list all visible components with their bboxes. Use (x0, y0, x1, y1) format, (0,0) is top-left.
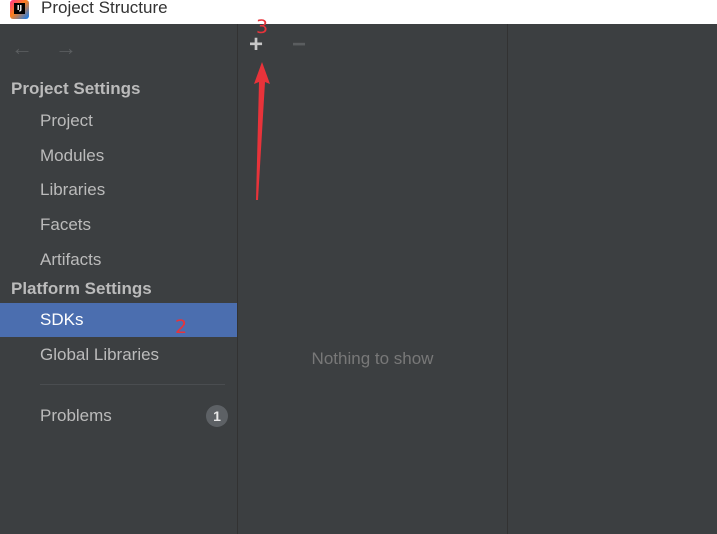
sidebar-item-label: Global Libraries (40, 345, 160, 364)
empty-state-text: Nothing to show (311, 349, 434, 368)
sdk-list-panel: + − Nothing to show (238, 24, 508, 534)
sidebar-item-label: Facets (40, 215, 92, 234)
sidebar-item-label: Project (40, 111, 93, 130)
sidebar-item-project[interactable]: Project (0, 104, 237, 138)
sidebar-item-label: SDKs (40, 310, 84, 329)
back-arrow-icon[interactable]: ← (11, 37, 33, 59)
sidebar-item-global-libraries[interactable]: Global Libraries (0, 338, 237, 372)
sidebar-item-label: Problems (40, 406, 112, 425)
annotation-step-2: 2 (175, 316, 188, 338)
project-settings-heading: Project Settings (11, 79, 141, 98)
sidebar-item-label: Modules (40, 146, 105, 165)
intellij-app-icon: IJ (10, 0, 29, 19)
remove-icon[interactable]: − (292, 32, 306, 58)
sidebar-item-facets[interactable]: Facets (0, 208, 237, 242)
sidebar-item-label: Libraries (40, 180, 106, 199)
problems-count-badge: 1 (206, 405, 228, 427)
details-panel (508, 24, 717, 534)
annotation-arrow-icon (254, 62, 270, 200)
sidebar-item-artifacts[interactable]: Artifacts (0, 243, 237, 277)
forward-arrow-icon[interactable]: → (55, 37, 77, 59)
sidebar-divider (40, 384, 225, 385)
sidebar-item-sdks[interactable]: SDKs (0, 303, 237, 337)
title-bar: IJ Project Structure (0, 0, 717, 24)
sidebar: ← → Project Settings Project Modules Lib… (0, 24, 238, 534)
sidebar-item-label: Artifacts (40, 250, 102, 269)
window-title: Project Structure (41, 0, 168, 17)
annotation-step-3: 3 (256, 16, 269, 38)
sidebar-item-libraries[interactable]: Libraries (0, 173, 237, 207)
platform-settings-heading: Platform Settings (11, 279, 152, 298)
sidebar-item-problems[interactable]: Problems 1 (0, 399, 237, 433)
sidebar-item-modules[interactable]: Modules (0, 139, 237, 173)
